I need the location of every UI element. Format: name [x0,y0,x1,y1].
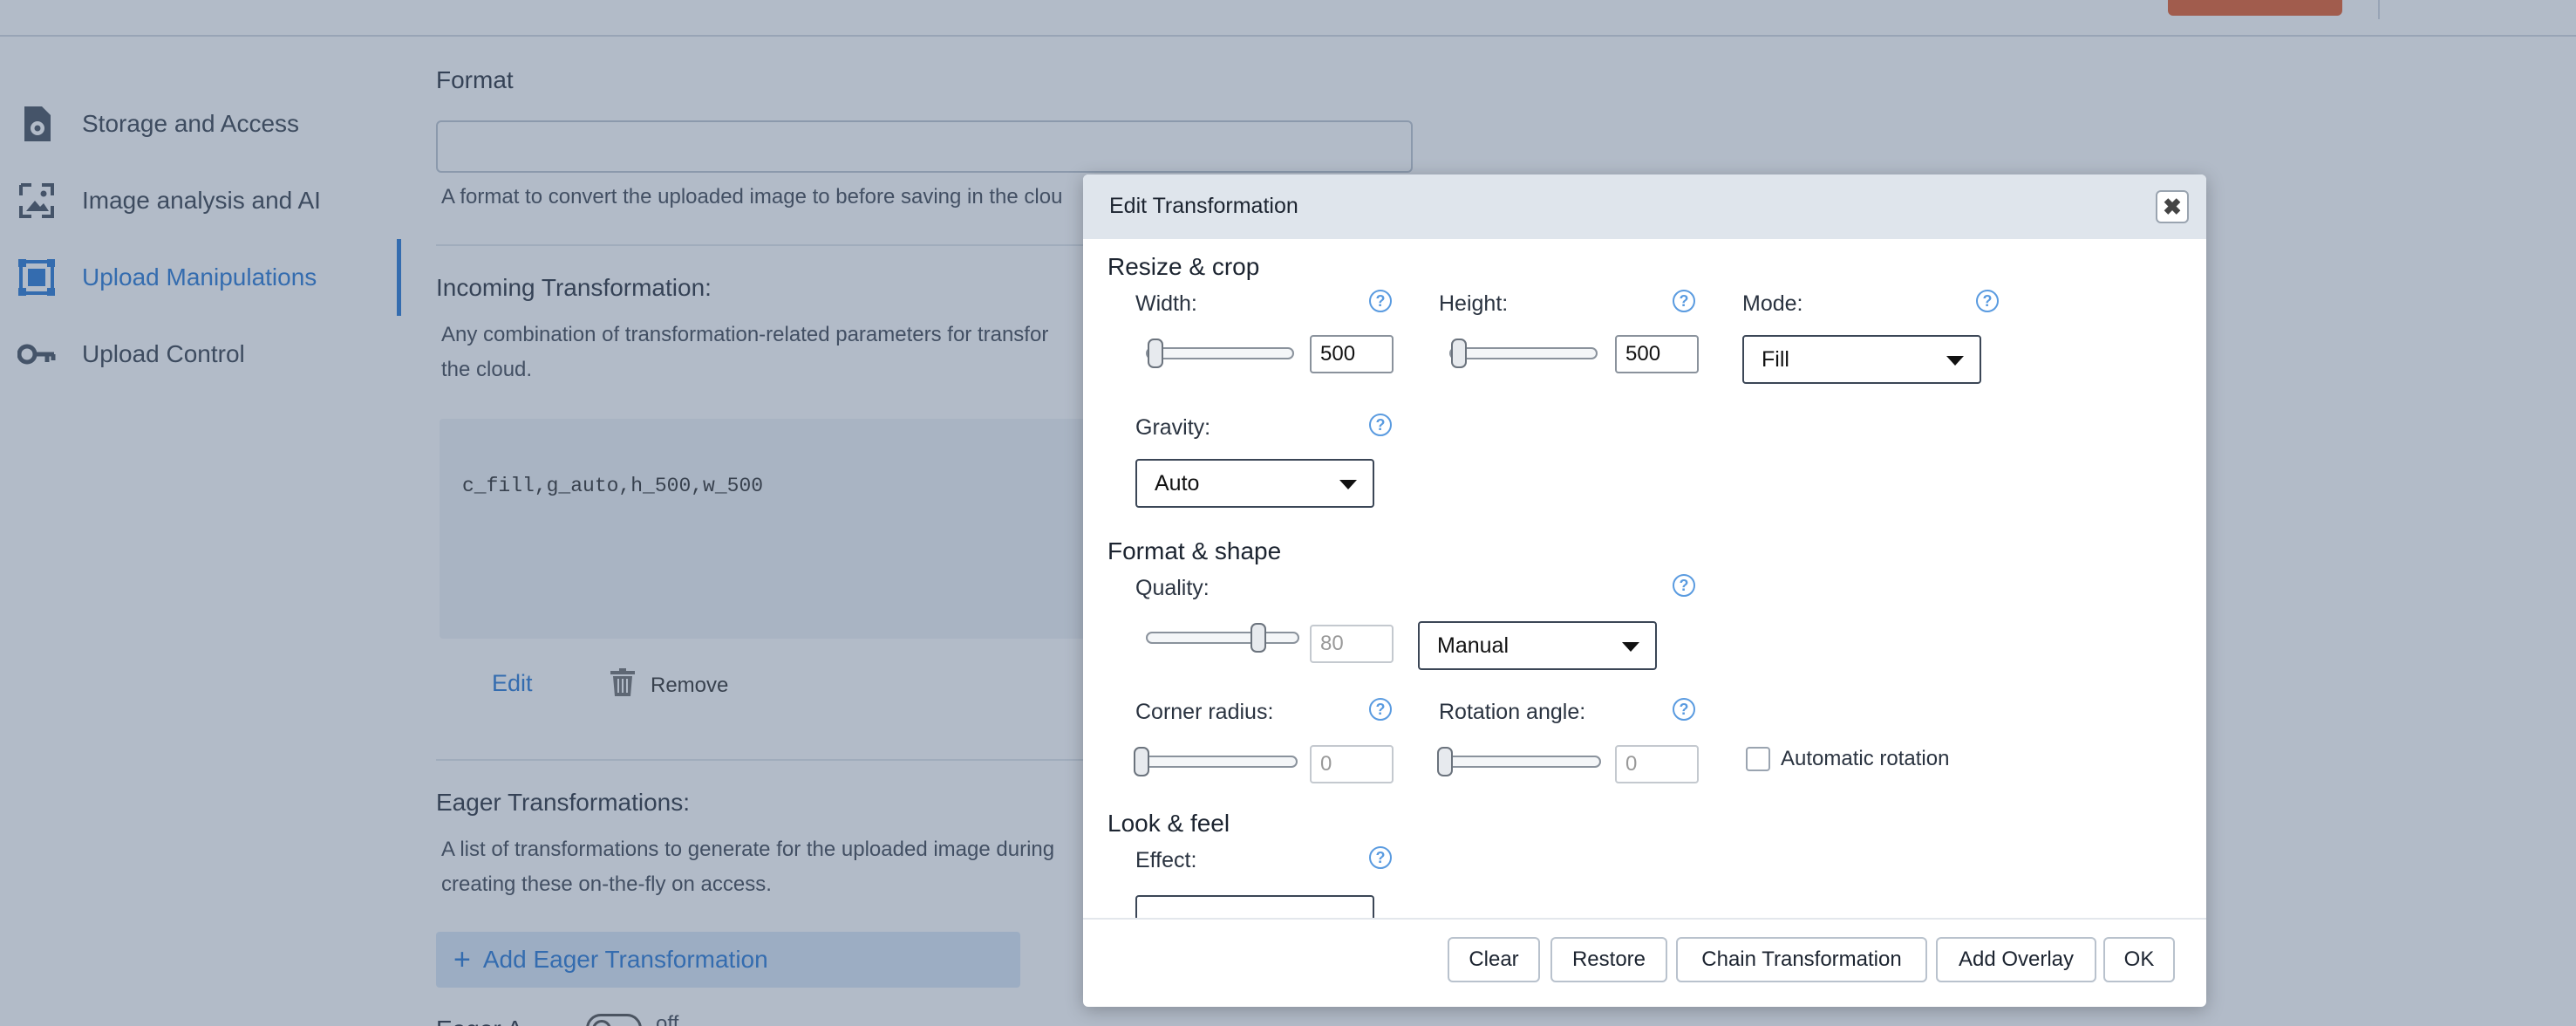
mode-help-icon[interactable]: ? [1976,290,1999,312]
restore-button[interactable]: Restore [1550,937,1667,982]
quality-input[interactable]: 80 [1310,625,1394,663]
ok-button[interactable]: OK [2103,937,2175,982]
height-slider[interactable] [1449,347,1598,359]
close-button[interactable]: ✖ [2156,190,2189,223]
height-help-icon[interactable]: ? [1673,290,1695,312]
gravity-help-icon[interactable]: ? [1369,414,1392,436]
height-input[interactable]: 500 [1615,335,1699,373]
corner-radius-help-icon[interactable]: ? [1369,698,1392,721]
rotation-angle-slider-thumb[interactable] [1437,747,1453,776]
gravity-select-value: Auto [1155,470,1200,496]
dialog-footer-divider [1083,918,2206,920]
rotation-angle-slider[interactable] [1439,756,1601,768]
quality-mode-value: Manual [1437,633,1509,658]
dialog-title: Edit Transformation [1109,194,1298,218]
format-shape-title: Format & shape [1107,537,1282,564]
effect-select[interactable] [1135,895,1374,918]
effect-label: Effect: [1135,848,1197,872]
automatic-rotation-checkbox[interactable] [1746,747,1770,771]
resize-crop-title: Resize & crop [1107,253,1260,280]
quality-help-icon[interactable]: ? [1673,574,1695,597]
chain-transformation-button[interactable]: Chain Transformation [1676,937,1927,982]
dialog-header: Edit Transformation ✖ [1083,174,2206,239]
quality-label: Quality: [1135,576,1210,600]
rotation-angle-input[interactable]: 0 [1615,745,1699,783]
corner-radius-slider-thumb[interactable] [1134,747,1149,776]
height-slider-thumb[interactable] [1451,339,1467,368]
chevron-down-icon [1946,356,1964,366]
width-input[interactable]: 500 [1310,335,1394,373]
effect-help-icon[interactable]: ? [1369,846,1392,869]
quality-slider-thumb[interactable] [1251,623,1266,653]
chevron-down-icon [1339,480,1357,489]
rotation-angle-label: Rotation angle: [1439,700,1586,724]
look-feel-title: Look & feel [1107,810,1230,837]
corner-radius-input[interactable]: 0 [1310,745,1394,783]
close-icon: ✖ [2163,193,2182,220]
edit-transformation-dialog: Edit Transformation ✖ Resize & crop Widt… [1083,174,2206,1007]
width-help-icon[interactable]: ? [1369,290,1392,312]
gravity-label: Gravity: [1135,415,1211,440]
chevron-down-icon [1622,642,1639,652]
clear-button[interactable]: Clear [1448,937,1540,982]
corner-radius-label: Corner radius: [1135,700,1274,724]
mode-label: Mode: [1742,291,1803,316]
add-overlay-button[interactable]: Add Overlay [1936,937,2096,982]
mode-select[interactable]: Fill [1742,335,1981,384]
height-label: Height: [1439,291,1509,316]
width-slider-thumb[interactable] [1148,339,1163,368]
quality-slider[interactable] [1146,632,1299,644]
quality-mode-select[interactable]: Manual [1418,621,1657,670]
width-slider[interactable] [1146,347,1294,359]
mode-select-value: Fill [1762,346,1789,372]
rotation-angle-help-icon[interactable]: ? [1673,698,1695,721]
corner-radius-slider[interactable] [1135,756,1298,768]
gravity-select[interactable]: Auto [1135,459,1374,508]
width-label: Width: [1135,291,1197,316]
automatic-rotation-label: Automatic rotation [1781,747,1950,770]
